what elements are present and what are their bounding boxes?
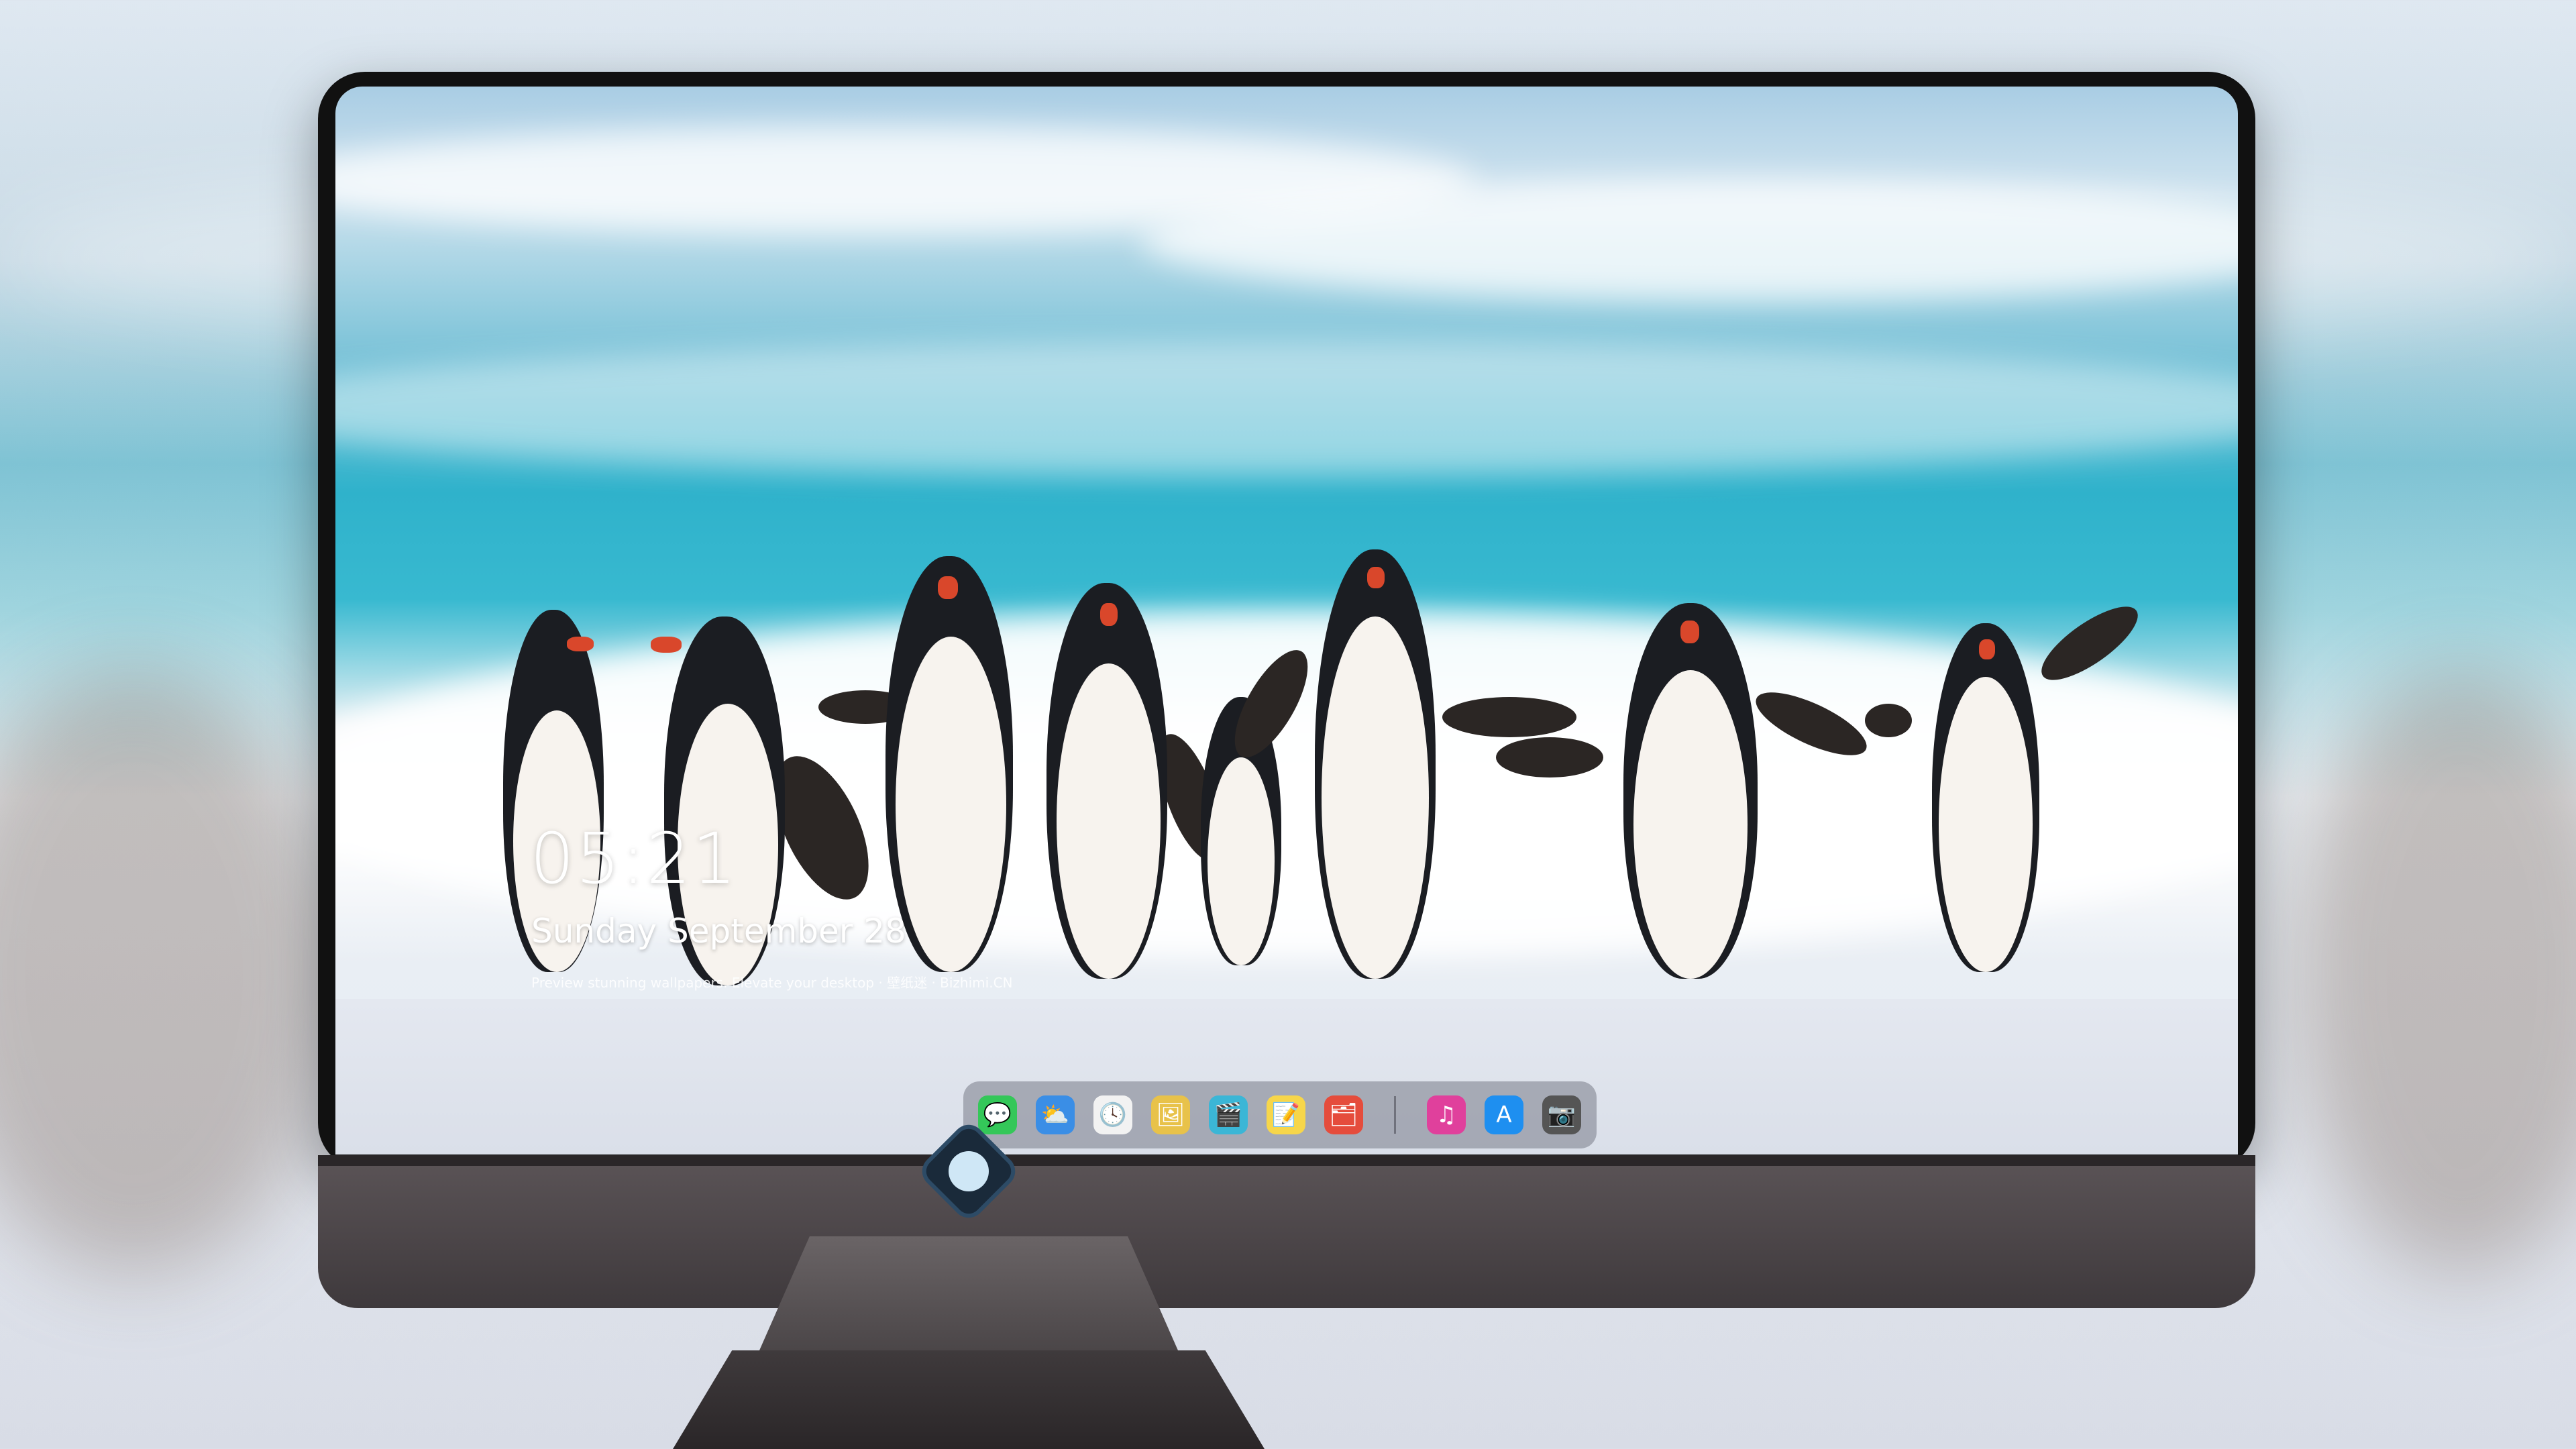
camera-icon[interactable]: 📷 xyxy=(1542,1095,1581,1134)
background-blur-left xyxy=(0,671,335,1275)
wallpaper-caption: Preview stunning wallpapers. Elevate you… xyxy=(531,975,1013,991)
wave xyxy=(335,341,2238,476)
penguin xyxy=(1496,603,1875,992)
monitor-chin-edge xyxy=(318,1155,2255,1166)
weather-icon[interactable]: ⛅ xyxy=(1036,1095,1075,1134)
music-icon[interactable]: ♫ xyxy=(1427,1095,1466,1134)
monitor-stand-base xyxy=(673,1350,1265,1449)
clock-icon[interactable]: 🕓 xyxy=(1093,1095,1132,1134)
photos-icon[interactable]: 🗂 xyxy=(1324,1095,1363,1134)
preview-icon[interactable]: 🖼 xyxy=(1151,1095,1190,1134)
dock-separator xyxy=(1394,1096,1396,1134)
penguin xyxy=(1865,594,2148,985)
message-icon[interactable]: 💬 xyxy=(978,1095,1017,1134)
monitor-stand-neck xyxy=(759,1236,1178,1350)
dock: 💬 ⛅ 🕓 🖼 🎬 📝 🗂 ♫ A 📷 xyxy=(963,1081,1597,1148)
monitor-chin xyxy=(318,1155,2255,1308)
lockscreen-date: Sunday September 28 xyxy=(531,912,906,951)
clapper-icon[interactable]: 🎬 xyxy=(1209,1095,1248,1134)
lockscreen-time: 05:21 xyxy=(530,818,738,900)
penguin xyxy=(1220,549,1576,992)
monitor: 05:21 Sunday September 28 Preview stunni… xyxy=(318,72,2255,1308)
notes-icon[interactable]: 📝 xyxy=(1267,1095,1305,1134)
penguin xyxy=(1026,583,1236,992)
app-store-icon[interactable]: A xyxy=(1485,1095,1523,1134)
brand-logo-emblem xyxy=(949,1151,989,1191)
background-blur-right xyxy=(2294,671,2576,1275)
screen: 05:21 Sunday September 28 Preview stunni… xyxy=(335,87,2238,1155)
